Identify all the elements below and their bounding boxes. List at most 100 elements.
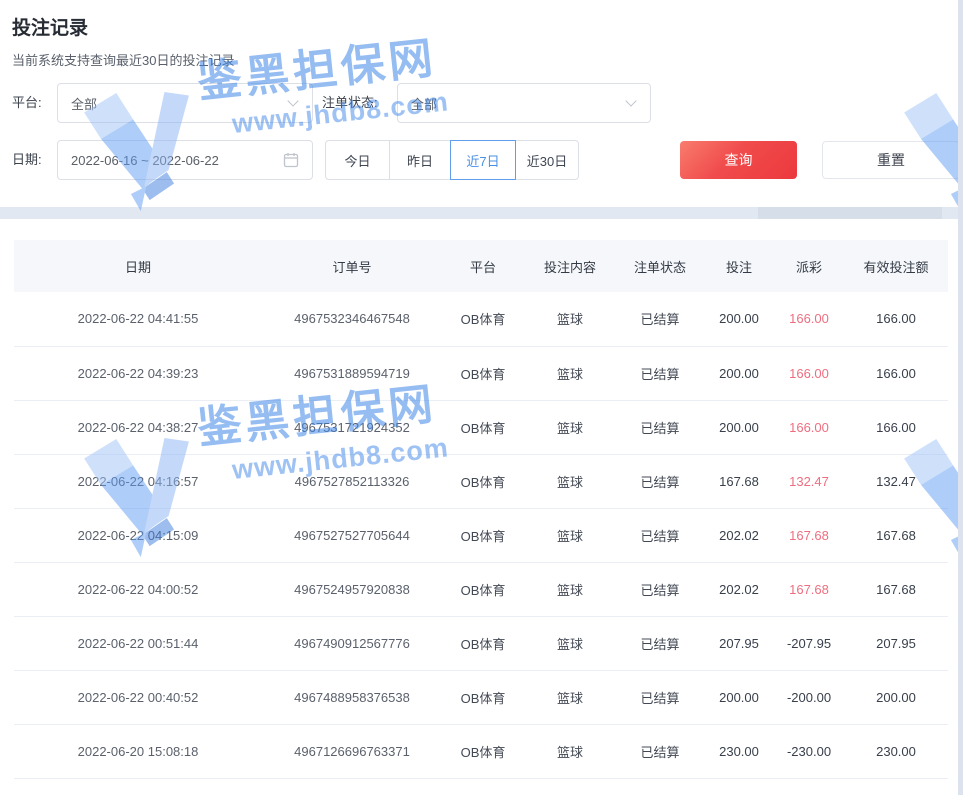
- cell-valid: 200.00: [844, 670, 948, 724]
- table-row: 2022-06-22 04:39:234967531889594719OB体育篮…: [14, 346, 948, 400]
- cell-bet: 200.00: [704, 292, 774, 346]
- cell-date: 2022-06-22 04:15:09: [14, 508, 262, 562]
- cell-order: 4967527527705644: [262, 508, 442, 562]
- cell-date: 2022-06-20 15:08:18: [14, 724, 262, 778]
- quick-range-button[interactable]: 今日: [325, 140, 390, 180]
- section-divider-band: [0, 207, 963, 219]
- status-label: 注单状态:: [322, 83, 378, 123]
- cell-order: 4967527852113326: [262, 454, 442, 508]
- cell-status: 已结算: [616, 400, 704, 454]
- cell-payout: -230.00: [774, 724, 844, 778]
- date-range-input[interactable]: 2022-06-16 ~ 2022-06-22: [57, 140, 313, 180]
- cell-payout: 166.00: [774, 292, 844, 346]
- cell-order: 4967531889594719: [262, 346, 442, 400]
- cell-date: 2022-06-22 04:41:55: [14, 292, 262, 346]
- cell-payout: 167.68: [774, 562, 844, 616]
- cell-status: 已结算: [616, 724, 704, 778]
- cell-payout: 166.00: [774, 400, 844, 454]
- cell-status: 已结算: [616, 508, 704, 562]
- table-row: 2022-06-22 04:15:094967527527705644OB体育篮…: [14, 508, 948, 562]
- chevron-down-icon: [287, 95, 298, 106]
- cell-order: 4967126696763371: [262, 724, 442, 778]
- column-header: 投注: [704, 240, 774, 292]
- cell-payout: -200.00: [774, 670, 844, 724]
- table-row: 2022-06-22 00:51:444967490912567776OB体育篮…: [14, 616, 948, 670]
- cell-order: 4967532346467548: [262, 292, 442, 346]
- cell-bet: 167.68: [704, 454, 774, 508]
- cell-valid: 167.68: [844, 562, 948, 616]
- page-title: 投注记录: [12, 13, 88, 40]
- reset-button[interactable]: 重置: [822, 141, 960, 179]
- quick-range-button[interactable]: 近30日: [515, 140, 579, 180]
- cell-date: 2022-06-22 04:00:52: [14, 562, 262, 616]
- quick-range-button[interactable]: 昨日: [389, 140, 451, 180]
- cell-platform: OB体育: [442, 292, 524, 346]
- column-header: 平台: [442, 240, 524, 292]
- cell-platform: OB体育: [442, 400, 524, 454]
- cell-status: 已结算: [616, 292, 704, 346]
- filter-row-2: 日期: 2022-06-16 ~ 2022-06-22 今日昨日近7日近30日 …: [0, 140, 963, 180]
- quick-range-button[interactable]: 近7日: [450, 140, 516, 180]
- cell-status: 已结算: [616, 670, 704, 724]
- records-table: 日期订单号平台投注内容注单状态投注派彩有效投注额 2022-06-22 04:4…: [14, 240, 948, 779]
- date-range-value: 2022-06-16 ~ 2022-06-22: [58, 153, 283, 168]
- cell-status: 已结算: [616, 616, 704, 670]
- platform-select[interactable]: 全部: [57, 83, 313, 123]
- cell-content: 篮球: [524, 400, 616, 454]
- cell-platform: OB体育: [442, 454, 524, 508]
- platform-label: 平台:: [12, 83, 42, 123]
- column-header: 日期: [14, 240, 262, 292]
- divider-accent: [758, 207, 942, 219]
- cell-platform: OB体育: [442, 562, 524, 616]
- betting-records-page: 投注记录 当前系统支持查询最近30日的投注记录 平台: 全部 注单状态: 全部 …: [0, 0, 963, 795]
- cell-bet: 230.00: [704, 724, 774, 778]
- cell-valid: 167.68: [844, 508, 948, 562]
- cell-date: 2022-06-22 00:40:52: [14, 670, 262, 724]
- cell-platform: OB体育: [442, 346, 524, 400]
- cell-content: 篮球: [524, 292, 616, 346]
- cell-valid: 132.47: [844, 454, 948, 508]
- cell-bet: 202.02: [704, 508, 774, 562]
- cell-status: 已结算: [616, 562, 704, 616]
- cell-content: 篮球: [524, 346, 616, 400]
- cell-order: 4967488958376538: [262, 670, 442, 724]
- cell-valid: 166.00: [844, 400, 948, 454]
- column-header: 派彩: [774, 240, 844, 292]
- table-body: 2022-06-22 04:41:554967532346467548OB体育篮…: [14, 292, 948, 778]
- cell-payout: 167.68: [774, 508, 844, 562]
- column-header: 投注内容: [524, 240, 616, 292]
- chevron-down-icon: [625, 95, 636, 106]
- query-button[interactable]: 查询: [680, 141, 797, 179]
- platform-select-value: 全部: [58, 94, 289, 113]
- cell-date: 2022-06-22 04:39:23: [14, 346, 262, 400]
- cell-content: 篮球: [524, 616, 616, 670]
- table-row: 2022-06-20 15:08:184967126696763371OB体育篮…: [14, 724, 948, 778]
- quick-range-group: 今日昨日近7日近30日: [325, 140, 579, 180]
- table-row: 2022-06-22 04:00:524967524957920838OB体育篮…: [14, 562, 948, 616]
- cell-status: 已结算: [616, 454, 704, 508]
- cell-content: 篮球: [524, 508, 616, 562]
- cell-order: 4967524957920838: [262, 562, 442, 616]
- column-header: 有效投注额: [844, 240, 948, 292]
- scrollbar-track[interactable]: [958, 0, 963, 795]
- status-select[interactable]: 全部: [397, 83, 651, 123]
- cell-bet: 202.02: [704, 562, 774, 616]
- cell-valid: 166.00: [844, 292, 948, 346]
- filter-row-1: 平台: 全部 注单状态: 全部: [0, 83, 963, 123]
- table-row: 2022-06-22 04:41:554967532346467548OB体育篮…: [14, 292, 948, 346]
- cell-bet: 200.00: [704, 400, 774, 454]
- page-subtitle: 当前系统支持查询最近30日的投注记录: [12, 50, 234, 69]
- cell-platform: OB体育: [442, 724, 524, 778]
- table-row: 2022-06-22 04:16:574967527852113326OB体育篮…: [14, 454, 948, 508]
- cell-valid: 166.00: [844, 346, 948, 400]
- table-header-row: 日期订单号平台投注内容注单状态投注派彩有效投注额: [14, 240, 948, 292]
- cell-content: 篮球: [524, 562, 616, 616]
- cell-valid: 207.95: [844, 616, 948, 670]
- cell-valid: 230.00: [844, 724, 948, 778]
- cell-platform: OB体育: [442, 616, 524, 670]
- cell-date: 2022-06-22 04:16:57: [14, 454, 262, 508]
- cell-order: 4967531721924352: [262, 400, 442, 454]
- table-row: 2022-06-22 04:38:274967531721924352OB体育篮…: [14, 400, 948, 454]
- column-header: 注单状态: [616, 240, 704, 292]
- calendar-icon: [283, 152, 299, 168]
